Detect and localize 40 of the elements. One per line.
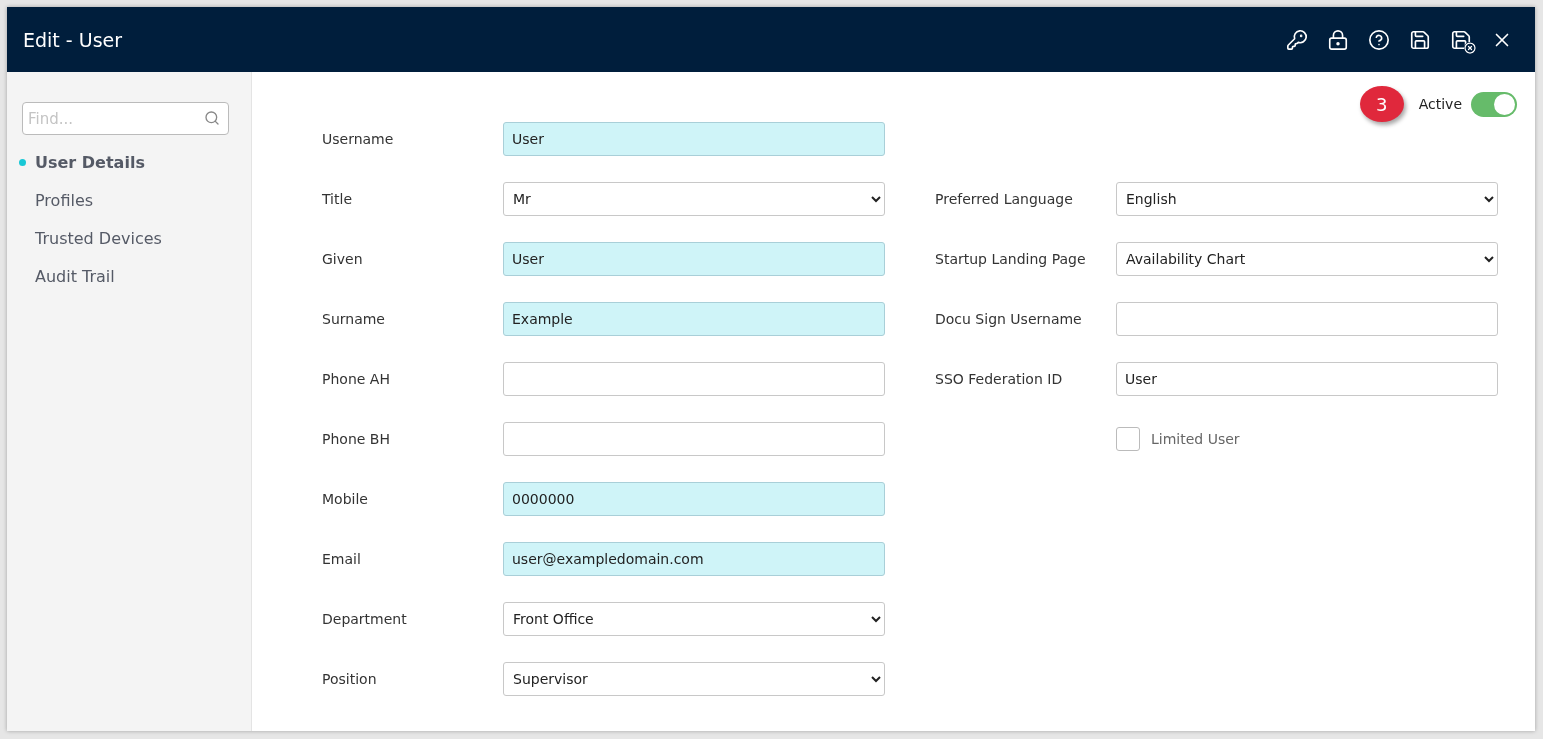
dropdown-field[interactable]: Availability Chart (1116, 242, 1498, 276)
text-field[interactable] (503, 422, 885, 456)
text-field[interactable]: Example (503, 302, 885, 336)
dropdown-field[interactable]: Mr (503, 182, 885, 216)
sidebar-item[interactable]: Audit Trail (22, 267, 251, 286)
window-title: Edit - User (23, 28, 124, 51)
field-label: Department (322, 611, 408, 627)
field-label: Surname (322, 311, 386, 327)
search-field[interactable]: Find... (22, 102, 229, 135)
dropdown-field[interactable]: Supervisor (503, 662, 885, 696)
text-field[interactable] (503, 362, 885, 396)
field-label: Given (322, 251, 364, 267)
active-label: Active (1418, 96, 1462, 112)
text-field[interactable]: User (503, 122, 885, 156)
sidebar-item[interactable]: User Details (22, 153, 251, 172)
field-label: Position (322, 671, 378, 687)
callout-badge: 3 (1359, 86, 1404, 122)
field-label: Username (322, 131, 395, 147)
field-label: Startup Landing Page (935, 251, 1087, 267)
field-label: SSO Federation ID (935, 371, 1064, 387)
search-icon (204, 110, 220, 126)
text-field[interactable] (1116, 302, 1498, 336)
sidebar-item[interactable]: Profiles (22, 191, 251, 210)
field-label: Phone BH (322, 431, 391, 447)
field-label: Phone AH (322, 371, 391, 387)
active-toggle[interactable] (1471, 91, 1517, 117)
text-field[interactable]: 0000000 (503, 482, 885, 516)
text-field[interactable]: User (503, 242, 885, 276)
checkbox[interactable] (1116, 427, 1140, 451)
dropdown-field[interactable]: English (1116, 182, 1498, 216)
sidebar-item[interactable]: Trusted Devices (22, 229, 251, 248)
field-label: Mobile (322, 491, 369, 507)
text-field[interactable]: user@exampledomain.com (503, 542, 885, 576)
field-label: Docu Sign Username (935, 311, 1083, 327)
field-label: Title (322, 191, 353, 207)
dropdown-field[interactable]: Front Office (503, 602, 885, 636)
text-field[interactable]: User (1116, 362, 1498, 396)
field-label: Email (322, 551, 362, 567)
field-label: Preferred Language (935, 191, 1074, 207)
checkbox-label: Limited User (1151, 431, 1240, 447)
